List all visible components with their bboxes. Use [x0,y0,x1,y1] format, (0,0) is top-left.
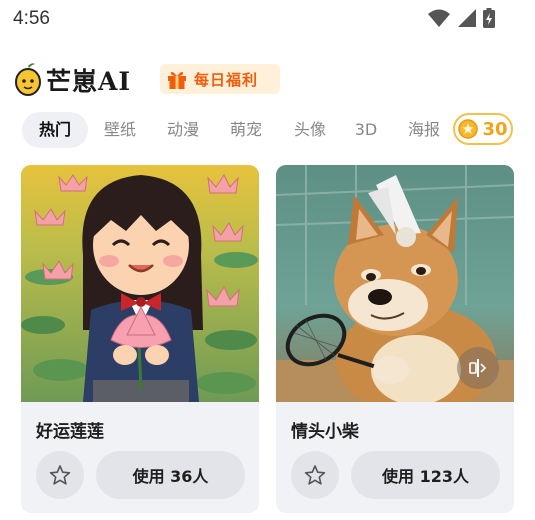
tab-pets[interactable]: 萌宠 [220,112,272,148]
tab-avatar[interactable]: 头像 [284,112,336,148]
template-card[interactable]: 好运莲莲 使用 36人 [21,165,259,513]
status-bar: 4:56 [0,0,535,38]
compare-slider-button[interactable] [457,347,499,389]
card-title: 情头小柴 [291,422,359,442]
signal-icon [458,9,476,27]
status-icons [427,8,495,28]
card-image-shiba-badminton[interactable] [276,165,514,402]
status-time: 4:56 [13,8,50,29]
template-card[interactable]: 情头小柴 使用 123人 [276,165,514,513]
app-header: 芒崽AI 每日福利 [0,56,535,102]
compare-slider-icon [469,359,487,377]
star-outline-icon [49,465,71,485]
daily-bonus-button[interactable]: 每日福利 [160,64,280,94]
use-template-button[interactable]: 使用 123人 [351,451,500,499]
mango-mascot-icon [15,63,41,96]
battery-charging-icon [483,8,495,28]
favorite-button[interactable] [291,451,339,499]
coin-balance-button[interactable]: 30 [453,113,513,145]
app-title: 芒崽AI [46,67,132,96]
coin-count: 30 [482,118,508,140]
daily-bonus-label: 每日福利 [194,70,259,89]
tab-anime[interactable]: 动漫 [157,112,209,148]
card-image-lotus-girl[interactable] [21,165,259,402]
favorite-button[interactable] [36,451,84,499]
gift-icon [168,71,186,89]
tab-wallpaper[interactable]: 壁纸 [94,112,146,148]
wifi-icon [428,9,450,27]
tab-3d[interactable]: 3D [348,112,384,148]
use-template-button[interactable]: 使用 36人 [96,451,245,499]
tab-poster[interactable]: 海报 [400,112,448,148]
coin-icon [458,119,479,139]
category-tabs: 热门 壁纸 动漫 萌宠 头像 3D 海报 30 [0,112,535,152]
star-outline-icon [304,465,326,485]
tab-hot[interactable]: 热门 [22,112,88,148]
card-title: 好运莲莲 [36,422,104,442]
